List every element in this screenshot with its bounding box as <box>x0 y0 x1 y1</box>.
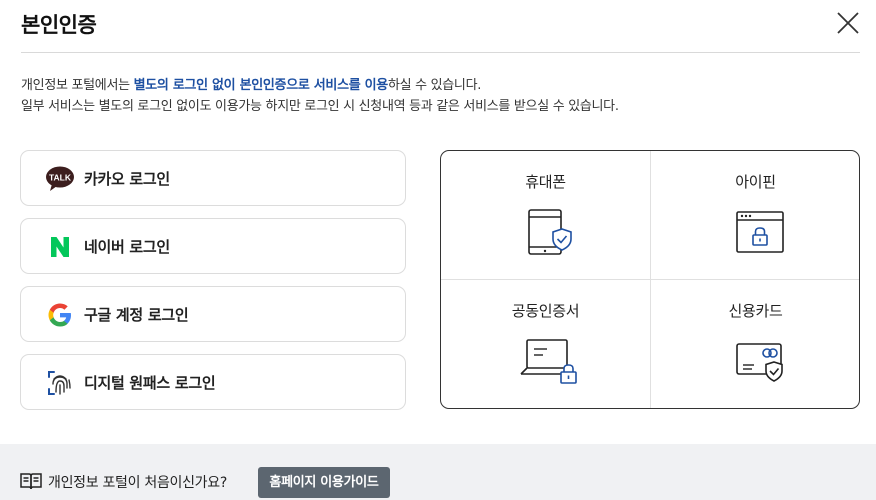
book-icon <box>20 473 42 490</box>
homepage-guide-button[interactable]: 홈페이지 이용가이드 <box>258 467 390 498</box>
google-login-button[interactable]: 구글 계정 로그인 <box>20 286 406 342</box>
page-title: 본인인증 <box>21 13 97 37</box>
phone-shield-icon <box>528 209 572 255</box>
cert-phone-option[interactable]: 휴대폰 <box>441 151 650 279</box>
footer-bar: 개인정보 포털이 처음이신가요? 홈페이지 이용가이드 <box>0 444 876 500</box>
naver-login-label: 네이버 로그인 <box>84 238 170 256</box>
kakao-talk-icon: TALK <box>46 166 74 191</box>
digital-onepass-login-label: 디지털 원패스 로그인 <box>84 374 216 392</box>
naver-login-button[interactable]: 네이버 로그인 <box>20 218 406 274</box>
cert-joint-certificate-option[interactable]: 공동인증서 <box>441 280 650 408</box>
cert-phone-label: 휴대폰 <box>525 173 566 191</box>
svg-text:TALK: TALK <box>49 173 72 183</box>
description: 개인정보 포털에서는 별도의 로그인 없이 본인인증으로 서비스를 이용하실 수… <box>21 75 619 117</box>
cert-joint-certificate-label: 공동인증서 <box>511 302 580 320</box>
header-divider <box>21 52 860 53</box>
certification-grid: 휴대폰 아이핀 공동인증서 신용카드 <box>440 150 860 409</box>
close-icon <box>837 12 859 34</box>
fingerprint-icon <box>48 371 71 395</box>
close-button[interactable] <box>833 8 863 38</box>
google-icon <box>48 303 71 327</box>
browser-lock-icon <box>736 211 784 253</box>
kakao-login-label: 카카오 로그인 <box>84 170 170 188</box>
cert-ipin-option[interactable]: 아이핀 <box>651 151 860 279</box>
card-shield-icon <box>736 343 783 382</box>
kakao-login-button[interactable]: TALK 카카오 로그인 <box>20 150 406 206</box>
digital-onepass-login-button[interactable]: 디지털 원패스 로그인 <box>20 354 406 410</box>
cert-ipin-label: 아이핀 <box>735 173 776 191</box>
naver-icon <box>51 237 69 257</box>
cert-credit-card-option[interactable]: 신용카드 <box>651 280 860 408</box>
cert-credit-card-label: 신용카드 <box>728 302 783 320</box>
description-line-2: 일부 서비스는 별도의 로그인 없이도 이용가능 하지만 로그인 시 신청내역 … <box>21 99 619 114</box>
google-login-label: 구글 계정 로그인 <box>84 306 189 324</box>
footer-question: 개인정보 포털이 처음이신가요? <box>48 475 227 491</box>
description-line-1: 개인정보 포털에서는 별도의 로그인 없이 본인인증으로 서비스를 이용하실 수… <box>21 78 482 93</box>
laptop-lock-icon <box>520 339 577 384</box>
modal-header: 본인인증 <box>0 0 876 54</box>
description-highlight: 별도의 로그인 없이 본인인증으로 서비스를 이용 <box>133 78 389 93</box>
